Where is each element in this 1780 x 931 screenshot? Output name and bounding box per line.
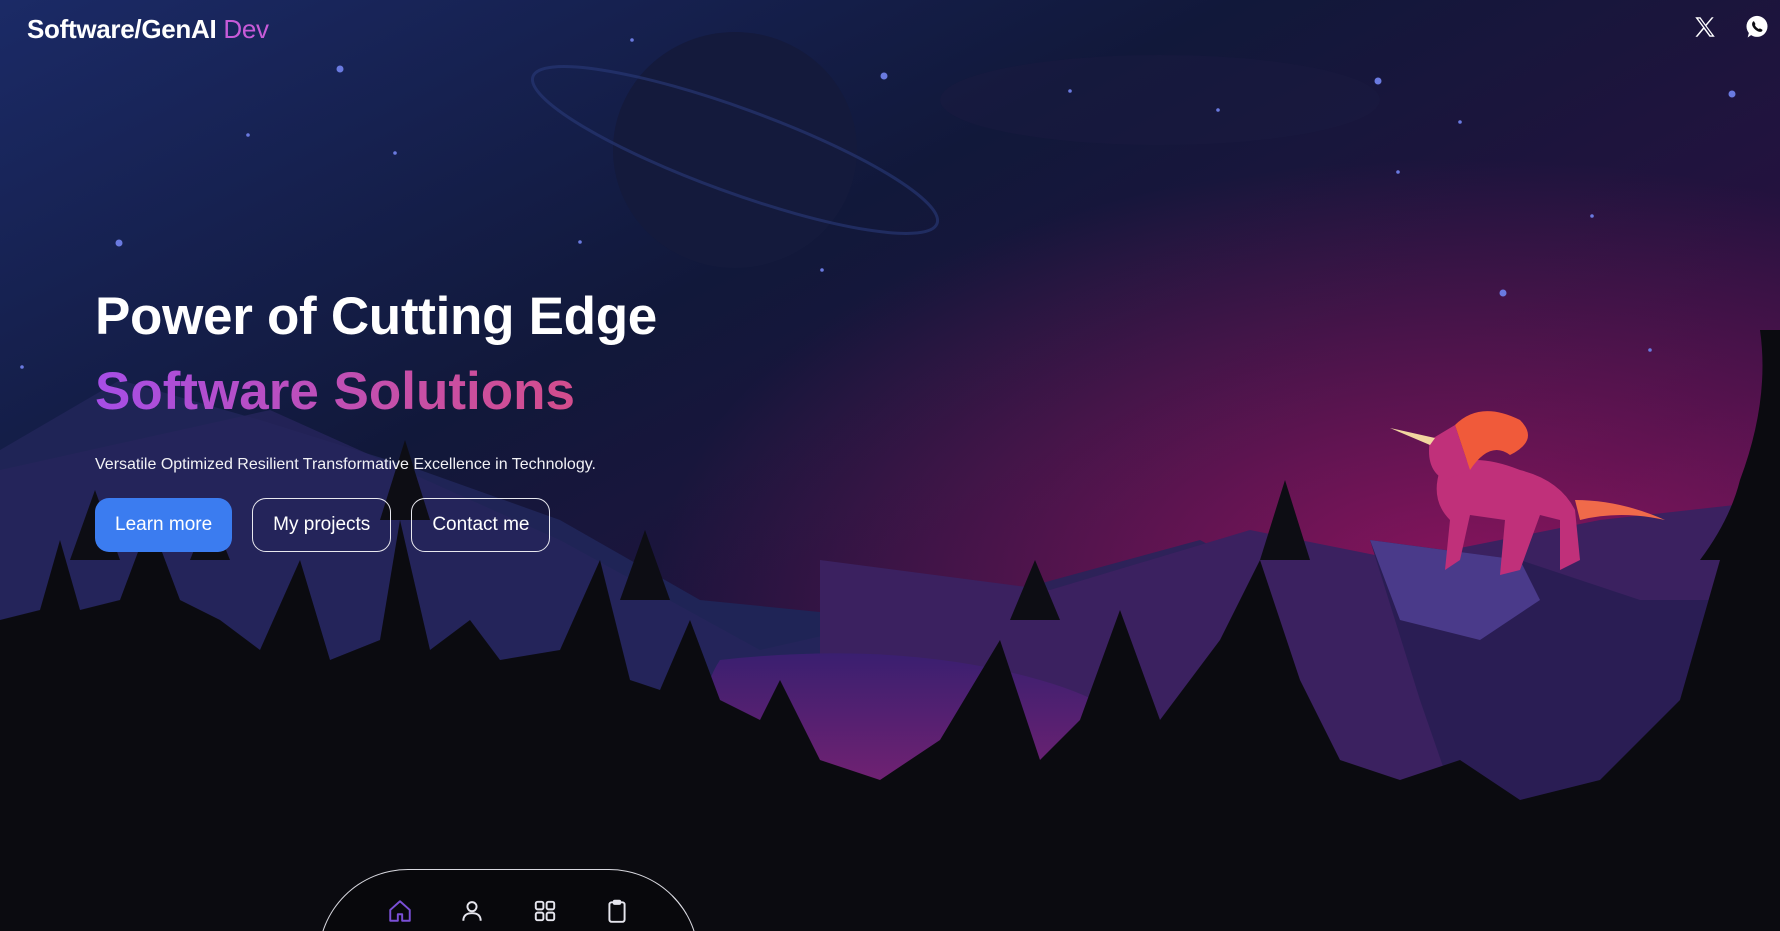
user-icon[interactable]	[458, 898, 486, 926]
home-icon[interactable]	[386, 898, 414, 926]
learn-more-button[interactable]: Learn more	[95, 498, 233, 552]
whatsapp-icon[interactable]	[1742, 12, 1772, 42]
contact-me-button[interactable]: Contact me	[411, 498, 551, 552]
brand-accent: Dev	[223, 14, 269, 44]
hero-title: Power of Cutting Edge	[95, 287, 657, 346]
bottom-nav-dock	[318, 869, 699, 931]
x-twitter-icon[interactable]	[1690, 12, 1720, 42]
hero-section: Power of Cutting Edge Software Solutions…	[95, 290, 775, 474]
clipboard-icon[interactable]	[603, 898, 631, 926]
hero-actions: Learn more My projects Contact me	[95, 498, 551, 552]
my-projects-button[interactable]: My projects	[252, 498, 392, 552]
brand-name: Software/GenAI	[27, 14, 217, 44]
brand-logo[interactable]: Software/GenAI Dev	[27, 14, 269, 45]
hero-subtitle: Software Solutions	[95, 365, 775, 418]
grid-icon[interactable]	[531, 898, 559, 926]
hero-tagline: Versatile Optimized Resilient Transforma…	[95, 456, 596, 473]
social-links	[1690, 12, 1772, 42]
